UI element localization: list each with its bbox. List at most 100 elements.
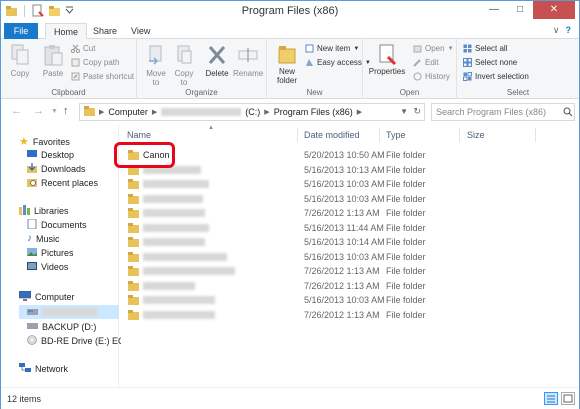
nav-music[interactable]: ♪ Music bbox=[27, 233, 60, 244]
tab-share[interactable]: Share bbox=[85, 23, 125, 39]
edit-button[interactable]: Edit bbox=[413, 58, 439, 67]
file-row[interactable]: 5/16/2013 10:14 AM File folder bbox=[123, 235, 537, 249]
nav-downloads[interactable]: Downloads bbox=[27, 163, 86, 175]
select-none-button[interactable]: Select none bbox=[463, 58, 517, 67]
nav-favorites[interactable]: ★ Favorites bbox=[19, 135, 70, 148]
new-item-label: New item bbox=[317, 44, 351, 53]
explorer-window: Program Files (x86) — □ ✕ File Home Shar… bbox=[0, 0, 580, 409]
breadcrumb-current[interactable]: Program Files (x86) bbox=[274, 107, 353, 117]
new-item-button[interactable]: New item ▼ bbox=[305, 44, 359, 53]
nav-backup-drive[interactable]: BACKUP (D:) bbox=[27, 321, 96, 332]
new-folder-label: New folder bbox=[276, 67, 297, 85]
copy-to-label: Copy to bbox=[174, 69, 194, 87]
file-row[interactable]: 7/26/2012 1:13 AM File folder bbox=[123, 264, 537, 278]
file-row[interactable]: 5/16/2013 10:03 AM File folder bbox=[123, 250, 537, 264]
pictures-icon bbox=[27, 247, 37, 259]
help-icon[interactable]: ? bbox=[566, 25, 572, 36]
nav-pictures[interactable]: Pictures bbox=[27, 247, 74, 259]
nav-libraries[interactable]: Libraries bbox=[19, 205, 69, 217]
properties-button[interactable]: Properties bbox=[367, 43, 407, 76]
copy-to-button[interactable]: Copy to bbox=[171, 43, 197, 87]
move-to-icon bbox=[149, 45, 162, 65]
folder-icon bbox=[128, 295, 139, 307]
large-icons-view-button[interactable] bbox=[561, 392, 575, 405]
minimize-button[interactable]: — bbox=[481, 1, 507, 19]
paste-shortcut-button[interactable]: Paste shortcut bbox=[71, 72, 134, 81]
close-button[interactable]: ✕ bbox=[533, 1, 575, 19]
rename-button[interactable]: Rename bbox=[233, 43, 263, 78]
column-header-name[interactable]: Name bbox=[127, 130, 151, 140]
breadcrumb-computer[interactable]: Computer bbox=[108, 107, 148, 117]
rename-label: Rename bbox=[233, 69, 264, 78]
tab-home[interactable]: Home bbox=[45, 23, 88, 40]
nav-recent-places[interactable]: Recent places bbox=[27, 177, 98, 189]
file-row[interactable]: 5/16/2013 10:13 AM File folder bbox=[123, 163, 537, 177]
libraries-icon bbox=[19, 205, 30, 217]
folder-icon bbox=[128, 266, 139, 278]
file-row[interactable]: 5/16/2013 10:03 AM File folder bbox=[123, 177, 537, 191]
file-row[interactable]: Canon 5/20/2013 10:50 AM File folder bbox=[123, 148, 537, 162]
file-row[interactable]: 7/26/2012 1:13 AM File folder bbox=[123, 308, 537, 322]
up-button[interactable]: ↑ bbox=[63, 105, 69, 117]
select-all-button[interactable]: Select all bbox=[463, 44, 507, 53]
window-controls: — □ ✕ bbox=[481, 1, 575, 19]
move-to-button[interactable]: Move to bbox=[143, 43, 169, 87]
redacted-file-name bbox=[143, 296, 215, 304]
tab-file[interactable]: File bbox=[4, 23, 38, 39]
breadcrumb-drive[interactable]: (C:) bbox=[245, 107, 260, 117]
details-view-button[interactable] bbox=[544, 392, 558, 405]
invert-selection-button[interactable]: Invert selection bbox=[463, 72, 529, 81]
new-folder-button[interactable]: New folder bbox=[271, 43, 303, 85]
refresh-icon[interactable]: ↻ bbox=[413, 106, 421, 117]
invert-selection-label: Invert selection bbox=[475, 72, 529, 81]
item-count: 12 items bbox=[7, 394, 42, 404]
file-row[interactable]: 5/16/2013 10:03 AM File folder bbox=[123, 192, 537, 206]
file-row[interactable]: 7/26/2012 1:13 AM File folder bbox=[123, 206, 537, 220]
folder-icon bbox=[128, 208, 139, 220]
address-bar[interactable]: ▶ Computer ▶ (C:) ▶ Program Files (x86) … bbox=[79, 103, 425, 121]
search-input[interactable]: Search Program Files (x86) bbox=[431, 103, 575, 121]
copy-path-button[interactable]: Copy path bbox=[71, 58, 119, 67]
nav-local-drive[interactable] bbox=[19, 305, 119, 319]
nav-network[interactable]: Network bbox=[19, 363, 68, 375]
open-icon bbox=[413, 44, 422, 53]
forward-button[interactable]: → bbox=[33, 105, 44, 117]
details-view-icon bbox=[547, 395, 555, 403]
redacted-file-name bbox=[143, 281, 195, 290]
nav-documents[interactable]: Documents bbox=[27, 218, 87, 231]
file-type: File folder bbox=[386, 251, 426, 262]
cut-button[interactable]: Cut bbox=[70, 44, 95, 54]
file-date-modified: 5/16/2013 11:44 AM bbox=[304, 222, 384, 233]
redacted-drive-name bbox=[161, 108, 242, 116]
file-date-modified: 5/16/2013 10:03 AM bbox=[304, 251, 385, 262]
history-button[interactable]: History bbox=[413, 72, 450, 81]
select-none-icon bbox=[463, 58, 472, 67]
file-row[interactable]: 5/16/2013 11:44 AM File folder bbox=[123, 221, 537, 235]
organize-group-label: Organize bbox=[185, 88, 218, 97]
chevron-down-icon[interactable]: ∨ bbox=[553, 25, 560, 36]
open-button[interactable]: Open ▼ bbox=[413, 44, 454, 53]
file-type: File folder bbox=[386, 266, 426, 276]
nav-videos-label: Videos bbox=[41, 262, 69, 272]
nav-videos[interactable]: Videos bbox=[27, 261, 68, 273]
column-header-date-modified[interactable]: Date modified bbox=[304, 130, 360, 140]
nav-computer[interactable]: Computer bbox=[18, 290, 75, 303]
copy-label: Copy bbox=[10, 69, 30, 78]
chevron-down-icon[interactable]: ▼ bbox=[400, 107, 408, 116]
file-row[interactable]: 5/16/2013 10:03 AM File folder bbox=[123, 293, 537, 307]
tab-view[interactable]: View bbox=[123, 23, 158, 39]
easy-access-button[interactable]: Easy access ▼ bbox=[305, 58, 371, 67]
copy-button[interactable]: Copy bbox=[7, 43, 33, 78]
paste-button[interactable]: Paste bbox=[39, 43, 67, 78]
maximize-button[interactable]: □ bbox=[507, 1, 533, 19]
delete-button[interactable]: Delete bbox=[203, 43, 231, 78]
nav-bd-drive[interactable]: BD-RE Drive (E:) EOS bbox=[27, 335, 131, 347]
column-header-type[interactable]: Type bbox=[386, 130, 406, 140]
recent-locations-button[interactable]: ▼ bbox=[51, 108, 58, 115]
chevron-right-icon: ▶ bbox=[264, 109, 270, 116]
nav-desktop[interactable]: Desktop bbox=[27, 149, 74, 161]
column-header-size[interactable]: Size bbox=[467, 130, 485, 140]
file-row[interactable]: 7/26/2012 1:13 AM File folder bbox=[123, 279, 537, 293]
back-button[interactable]: ← bbox=[11, 105, 22, 117]
new-group: New folder New item ▼ Easy access ▼ New bbox=[267, 39, 371, 99]
